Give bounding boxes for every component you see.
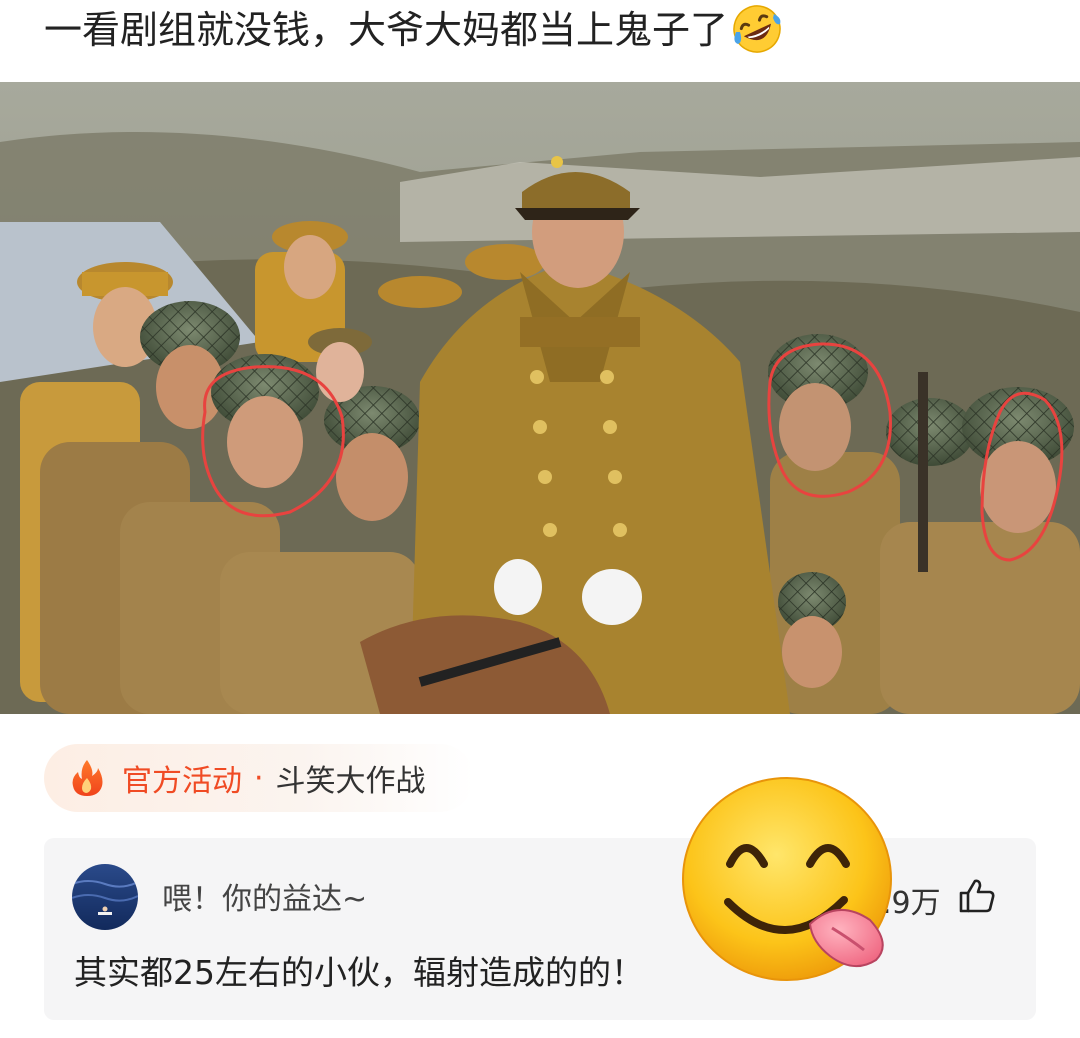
avatar[interactable] [72, 864, 138, 930]
post-page: 一看剧组就没钱，大爷大妈都当上鬼子了 官方活动 · 斗笑大作战 喂！你的益达~ … [0, 0, 1080, 1038]
avatar-image [72, 864, 138, 930]
activity-separator: · [254, 760, 264, 796]
drama-still-image [0, 82, 1080, 714]
activity-name: 斗笑大作战 [275, 764, 426, 799]
activity-official-label: 官方活动 [122, 764, 242, 799]
post-title-text: 一看剧组就没钱，大爷大妈都当上鬼子了 [44, 8, 729, 52]
post-photo[interactable] [0, 82, 1080, 714]
comment-text: 其实都25左右的小伙，辐射造成的的！ [74, 953, 644, 992]
comment-username[interactable]: 喂！你的益达~ [162, 874, 367, 918]
laughing-emoji-icon [733, 4, 781, 53]
yum-face-emoji-icon [682, 777, 892, 981]
flame-icon [72, 760, 103, 796]
thumbs-up-icon[interactable] [958, 878, 996, 914]
post-title: 一看剧组就没钱，大爷大妈都当上鬼子了 [44, 2, 784, 58]
activity-tag[interactable]: 官方活动 · 斗笑大作战 [44, 744, 474, 812]
